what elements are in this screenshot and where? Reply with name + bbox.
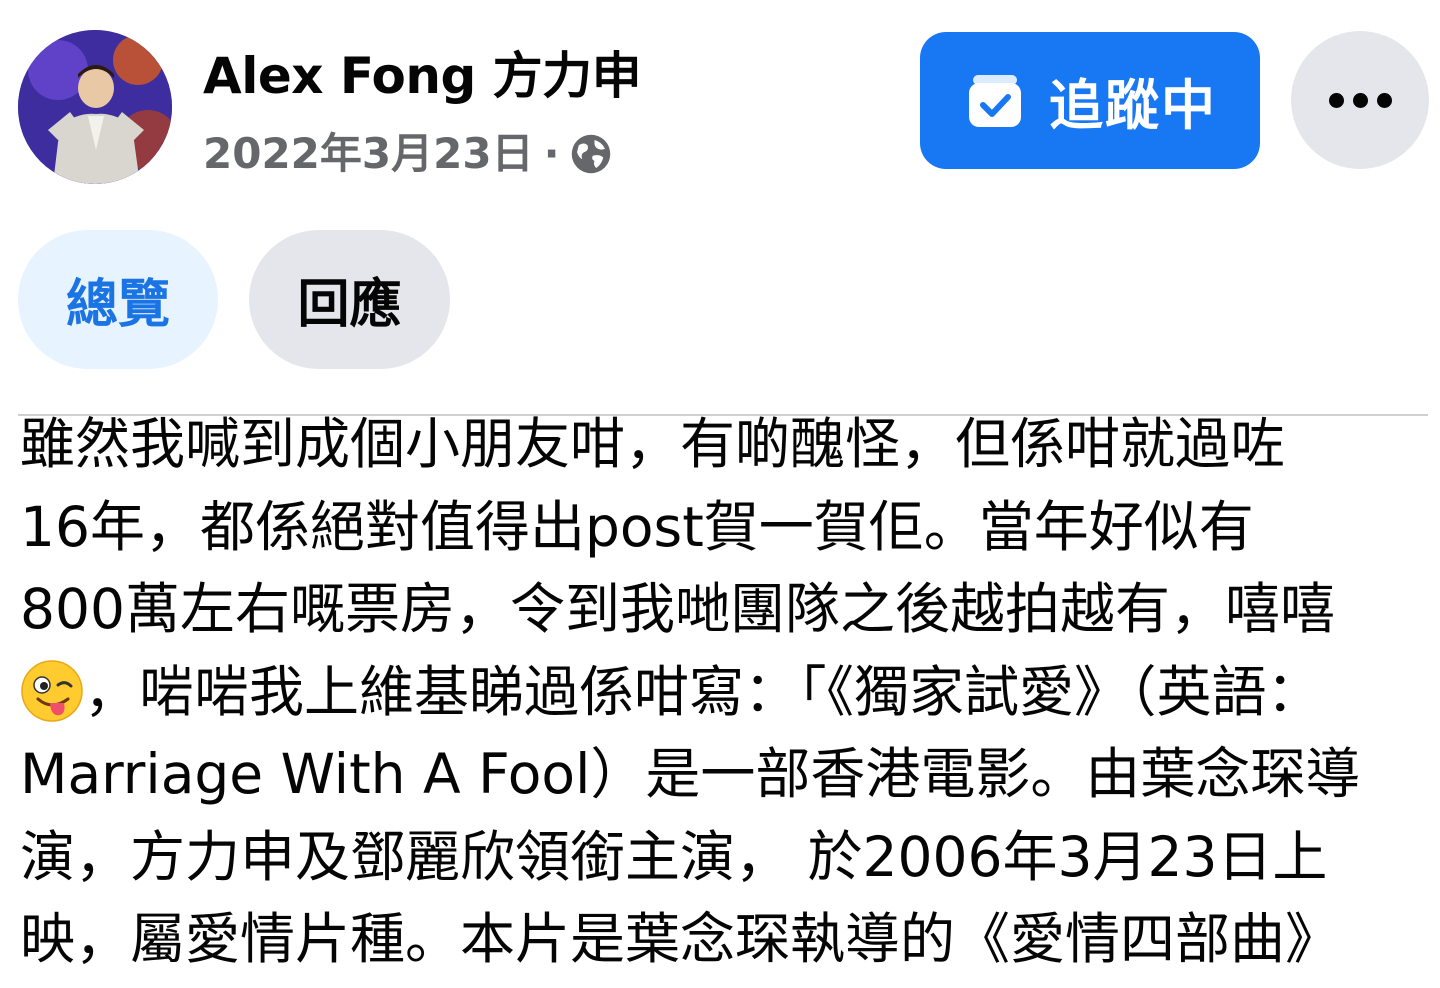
post-body: 雖然我喊到成個小朋友咁，有啲醜怪，但係咁就過咗 16年，都係絕對值得出post賀… (20, 403, 1436, 981)
post-view: Alex Fong 方力申 2022年3月23日 · 追蹤中 總覽 回應 雖然我… (0, 0, 1440, 988)
bell-check-icon (969, 74, 1021, 127)
post-text-line-with-emoji: ，啱啱我上維基睇過係咁寫：「《獨家試愛》（英語： (20, 651, 1436, 734)
tab-replies[interactable]: 回應 (249, 230, 450, 369)
post-text-line: 雖然我喊到成個小朋友咁，有啲醜怪，但係咁就過咗 (20, 412, 1286, 476)
avatar[interactable] (18, 30, 172, 184)
globe-icon (571, 134, 610, 174)
post-text-line: Marriage With A Fool）是一部香港電影。由葉念琛導 (20, 742, 1361, 806)
avatar-image (18, 30, 172, 184)
post-text-line: 映，屬愛情片種。本片是葉念琛執導的《愛情四部曲》 (20, 907, 1341, 971)
post-meta: 2022年3月23日 · (203, 126, 612, 182)
post-date[interactable]: 2022年3月23日 (203, 126, 534, 182)
meta-separator: · (543, 129, 560, 178)
following-button[interactable]: 追蹤中 (920, 32, 1260, 169)
post-text-line: 800萬左右嘅票房，令到我哋團隊之後越拍越有，嘻嘻 (20, 577, 1335, 641)
post-text-line: 16年，都係絕對值得出post賀一賀佢。當年好似有 (20, 494, 1254, 559)
winking-face-with-tongue-icon (21, 659, 83, 722)
following-label: 追蹤中 (1049, 74, 1217, 137)
more-options-button[interactable] (1291, 31, 1429, 169)
post-text: ，啱啱我上維基睇過係咁寫：「《獨家試愛》（英語： (84, 659, 1322, 724)
author-name[interactable]: Alex Fong 方力申 (203, 44, 642, 108)
post-text-line: 演，方力申及鄧麗欣領銜主演， 於2006年3月23日上 (20, 824, 1328, 889)
tab-overview[interactable]: 總覽 (18, 230, 218, 369)
more-options-icon (1328, 92, 1392, 108)
